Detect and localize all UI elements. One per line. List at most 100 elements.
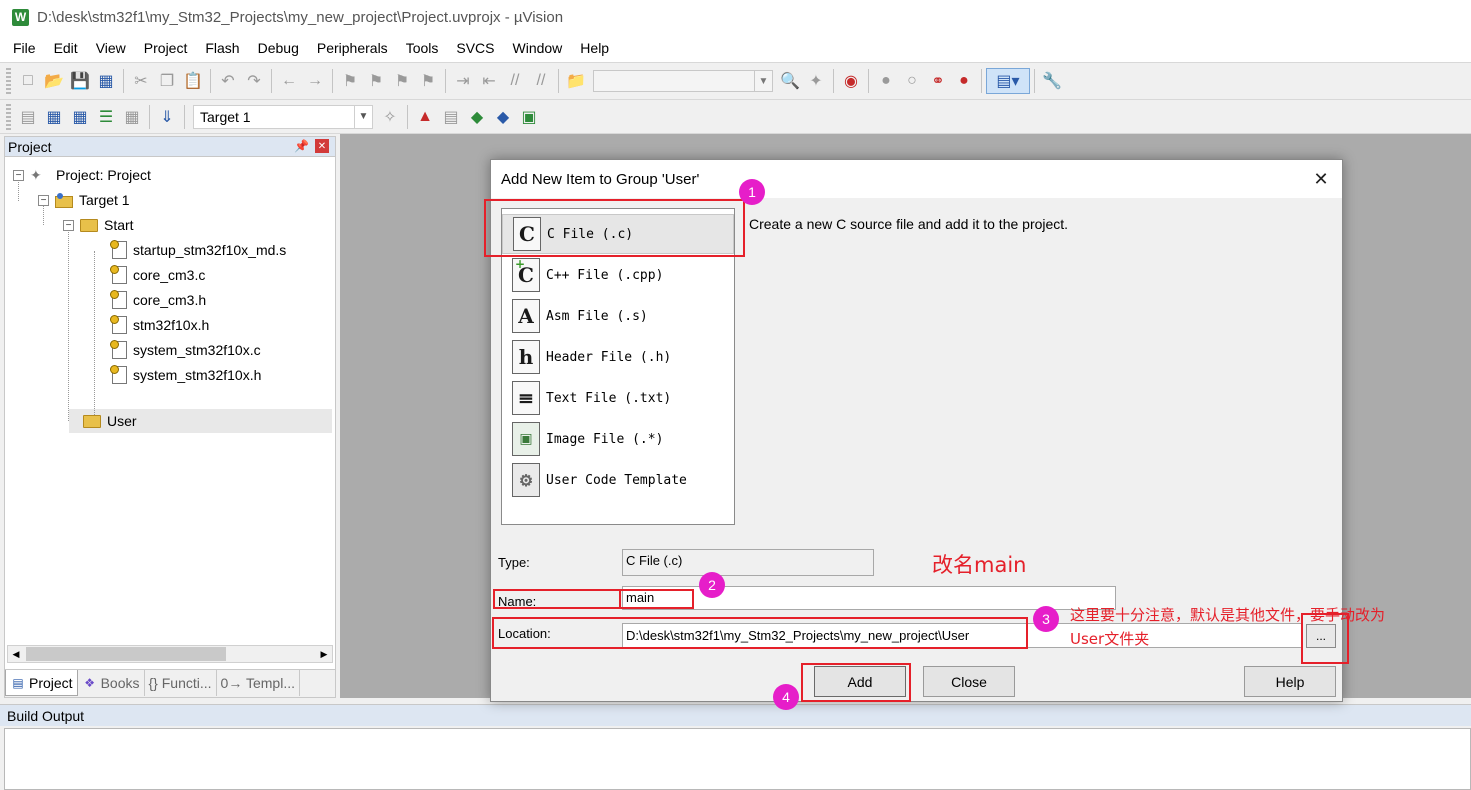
toolbar-separator: [123, 69, 124, 93]
bookmark-icon[interactable]: ⚑: [337, 68, 363, 94]
list-item-header-file[interactable]: h Header File (.h): [502, 337, 734, 377]
close-icon[interactable]: ✕: [315, 139, 329, 153]
kill-breakpoints-icon[interactable]: ●: [951, 68, 977, 94]
new-file-icon[interactable]: □: [15, 68, 41, 94]
tree-item-group-user[interactable]: User: [83, 409, 137, 433]
horizontal-scrollbar[interactable]: ◀ ▶: [7, 645, 333, 663]
unindent-icon[interactable]: ⇤: [476, 68, 502, 94]
comment-icon[interactable]: //: [502, 68, 528, 94]
nav-forward-icon[interactable]: →: [302, 68, 328, 94]
close-button[interactable]: Close: [923, 666, 1015, 697]
books-icon: ❖: [84, 676, 95, 690]
menu-window[interactable]: Window: [504, 40, 572, 56]
select-software-packs-icon[interactable]: ◆: [490, 104, 516, 130]
project-panel-header: Project 📌 ✕: [5, 137, 335, 157]
tree-item-file[interactable]: startup_stm32f10x_md.s: [110, 238, 286, 262]
scrollbar-thumb[interactable]: [26, 647, 226, 661]
menu-view[interactable]: View: [87, 40, 135, 56]
menu-svcs[interactable]: SVCS: [447, 40, 503, 56]
build-output-panel[interactable]: [4, 728, 1471, 790]
find-combo[interactable]: ▼: [593, 70, 773, 92]
toolbar-separator: [1034, 69, 1035, 93]
chevron-down-icon[interactable]: ▼: [754, 71, 772, 91]
target-select[interactable]: Target 1 ▼: [193, 104, 373, 129]
indent-icon[interactable]: ⇥: [450, 68, 476, 94]
breakpoint-icon[interactable]: ●: [873, 68, 899, 94]
help-button[interactable]: Help: [1244, 666, 1336, 697]
tree-item-group-start[interactable]: − Start: [63, 213, 134, 237]
asm-file-icon: A: [512, 299, 540, 333]
file-extensions-icon[interactable]: ▤: [438, 104, 464, 130]
target-options-icon[interactable]: ✧: [377, 104, 403, 130]
disable-breakpoint-icon[interactable]: ○: [899, 68, 925, 94]
disable-all-breakpoints-icon[interactable]: ⚭: [925, 68, 951, 94]
save-icon[interactable]: 💾: [67, 68, 93, 94]
translate-icon[interactable]: ▤: [15, 104, 41, 130]
copy-icon[interactable]: ❐: [154, 68, 180, 94]
menu-debug[interactable]: Debug: [249, 40, 308, 56]
menu-file[interactable]: File: [4, 40, 45, 56]
clear-bookmarks-icon[interactable]: ⚑: [415, 68, 441, 94]
toolbar-grip[interactable]: [6, 68, 11, 94]
menu-edit[interactable]: Edit: [45, 40, 87, 56]
undo-icon[interactable]: ↶: [215, 68, 241, 94]
tab-project[interactable]: ▤ Project: [5, 670, 78, 696]
nav-back-icon[interactable]: ←: [276, 68, 302, 94]
stop-build-icon[interactable]: ▦: [119, 104, 145, 130]
menu-project[interactable]: Project: [135, 40, 197, 56]
rebuild-icon[interactable]: ▦: [67, 104, 93, 130]
close-icon[interactable]: ✕: [1310, 168, 1332, 190]
prev-bookmark-icon[interactable]: ⚑: [363, 68, 389, 94]
tree-item-file[interactable]: stm32f10x.h: [110, 313, 209, 337]
list-item-asm-file[interactable]: A Asm File (.s): [502, 296, 734, 336]
tab-books[interactable]: ❖ Books: [78, 670, 145, 696]
toolbar-grip[interactable]: [6, 103, 11, 130]
save-all-icon[interactable]: ▦: [93, 68, 119, 94]
cut-icon[interactable]: ✂: [128, 68, 154, 94]
paste-icon[interactable]: 📋: [180, 68, 206, 94]
debug-session-icon[interactable]: ◉: [838, 68, 864, 94]
tree-item-file[interactable]: core_cm3.c: [110, 263, 205, 287]
build-toolbar: ▤ ▦ ▦ ☰ ▦ ⇓ Target 1 ▼ ✧ ▲ ▤ ◆ ◆ ▣: [0, 100, 1471, 134]
menu-flash[interactable]: Flash: [196, 40, 248, 56]
menu-tools[interactable]: Tools: [397, 40, 448, 56]
build-icon[interactable]: ▦: [41, 104, 67, 130]
configure-icon[interactable]: 🔧: [1039, 68, 1065, 94]
redo-icon[interactable]: ↷: [241, 68, 267, 94]
tab-label: Books: [100, 675, 140, 691]
tab-functions[interactable]: {} Functi...: [145, 670, 217, 696]
collapse-icon[interactable]: −: [63, 219, 74, 231]
pin-icon[interactable]: 📌: [294, 139, 309, 153]
batch-build-icon[interactable]: ☰: [93, 104, 119, 130]
tree-item-project-root[interactable]: − ✦ Project: Project: [13, 163, 151, 187]
project-tree: − ✦ Project: Project − Target 1 − Start …: [5, 159, 335, 639]
open-file-icon[interactable]: 📂: [41, 68, 67, 94]
uncomment-icon[interactable]: //: [528, 68, 554, 94]
scroll-left-icon[interactable]: ◀: [8, 646, 24, 662]
tree-item-file[interactable]: system_stm32f10x.h: [110, 363, 261, 387]
next-bookmark-icon[interactable]: ⚑: [389, 68, 415, 94]
window-layout-icon[interactable]: ▤▾: [986, 68, 1030, 94]
tree-item-file[interactable]: core_cm3.h: [110, 288, 206, 312]
tree-item-target[interactable]: − Target 1: [38, 188, 130, 212]
menu-help[interactable]: Help: [571, 40, 618, 56]
list-item-image-file[interactable]: ▣ Image File (.*): [502, 419, 734, 459]
incremental-find-icon[interactable]: ✦: [803, 68, 829, 94]
download-icon[interactable]: ⇓: [154, 104, 180, 130]
find-icon[interactable]: 🔍: [777, 68, 803, 94]
list-item-cpp-file[interactable]: C C++ File (.cpp): [502, 255, 734, 295]
manage-components-icon[interactable]: ▲: [412, 104, 438, 130]
list-item-text-file[interactable]: ≡ Text File (.txt): [502, 378, 734, 418]
tab-templates[interactable]: 0→ Templ...: [217, 670, 300, 696]
manage-run-time-environment-icon[interactable]: ◆: [464, 104, 490, 130]
collapse-icon[interactable]: −: [38, 194, 49, 206]
pack-installer-icon[interactable]: ▣: [516, 104, 542, 130]
find-in-files-icon[interactable]: 📁: [563, 68, 589, 94]
chevron-down-icon[interactable]: ▼: [354, 105, 372, 128]
tree-item-file[interactable]: system_stm32f10x.c: [110, 338, 261, 362]
scroll-right-icon[interactable]: ▶: [316, 646, 332, 662]
menu-peripherals[interactable]: Peripherals: [308, 40, 397, 56]
toolbar-separator: [407, 104, 408, 129]
collapse-icon[interactable]: −: [13, 169, 24, 181]
list-item-user-code-template[interactable]: ⚙ User Code Template: [502, 460, 734, 500]
